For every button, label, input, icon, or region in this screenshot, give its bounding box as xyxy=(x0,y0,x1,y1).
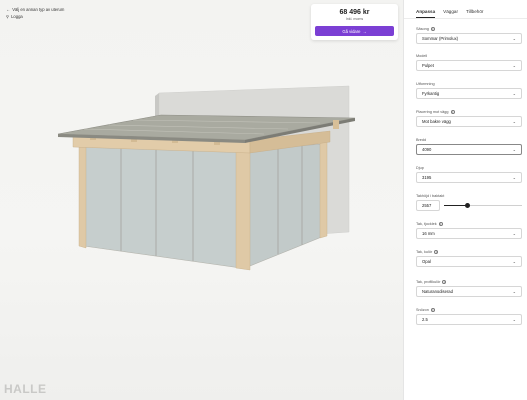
front-left-post xyxy=(78,143,87,249)
chevron-down-icon: ⌄ xyxy=(512,259,516,264)
field-modell: Modell Pulpet ⌄ xyxy=(416,54,522,71)
right-glass-wall xyxy=(244,143,325,269)
snozon-select[interactable]: 2.5 ⌄ xyxy=(416,314,522,325)
login-label: Logga xyxy=(11,14,23,19)
tab-anpassa[interactable]: Anpassa xyxy=(416,9,436,18)
field-takhojd: Takhöjd i baktakt 2557 xyxy=(416,194,522,211)
utformning-select[interactable]: Fyrkantig ⌄ xyxy=(416,88,522,99)
tab-tillbehor[interactable]: Tillbehör xyxy=(466,9,483,18)
pergola-3d-model[interactable] xyxy=(0,0,403,400)
chevron-down-icon: ⌄ xyxy=(512,231,516,236)
field-label: Bredd xyxy=(416,138,427,142)
brand-logo: HALLE xyxy=(4,382,47,396)
info-icon[interactable]: i xyxy=(434,250,439,254)
field-tak-kulor: Tak, kulör i Opal ⌄ xyxy=(416,250,522,267)
field-label: Takhöjd i baktakt xyxy=(416,194,445,198)
chevron-down-icon: ⌄ xyxy=(512,175,516,180)
takhojd-input[interactable]: 2557 xyxy=(416,200,440,211)
info-icon[interactable]: i xyxy=(442,280,447,284)
back-arrow-icon: ← xyxy=(6,7,11,12)
placering-select[interactable]: Mot bakre vägg ⌄ xyxy=(416,116,522,127)
info-icon[interactable]: i xyxy=(430,27,435,31)
chevron-down-icon: ⌄ xyxy=(512,317,516,322)
chevron-down-icon: ⌄ xyxy=(512,289,516,294)
tab-vaggar[interactable]: Väggar xyxy=(443,9,458,18)
configuration-panel: Anpassa Väggar Tillbehör Säsong i Sommar … xyxy=(403,0,527,400)
chevron-down-icon: ⌄ xyxy=(512,147,516,152)
slider-fill xyxy=(444,205,468,206)
field-utformning: Utformning Fyrkantig ⌄ xyxy=(416,82,522,99)
field-djup: Djup 3195 ⌄ xyxy=(416,166,522,183)
field-label: Modell xyxy=(416,54,428,58)
modell-select[interactable]: Pulpet ⌄ xyxy=(416,60,522,71)
field-label: Tak, tjocklek xyxy=(416,222,437,226)
info-icon[interactable]: i xyxy=(438,222,443,226)
front-glass-wall xyxy=(83,146,242,269)
product-viewport[interactable]: ← Välj en annan typ av uterum ⚲ Logga HA… xyxy=(0,0,403,400)
tak-kulor-select[interactable]: Opal ⌄ xyxy=(416,256,522,267)
continue-button[interactable]: Gå vidare → xyxy=(315,26,394,36)
field-tak-tjocklek: Tak, tjocklek i 16 mm ⌄ xyxy=(416,222,522,239)
field-label: Snözon xyxy=(416,308,429,312)
field-bredd: Bredd 4090 ⌄ xyxy=(416,138,522,155)
takhojd-slider[interactable] xyxy=(444,203,522,208)
chevron-down-icon: ⌄ xyxy=(512,36,516,41)
price-amount: 68 496 kr xyxy=(339,9,370,16)
field-snozon: Snözon i 2.5 ⌄ xyxy=(416,308,522,325)
chevron-down-icon: ⌄ xyxy=(512,119,516,124)
field-label: Placering mot vägg xyxy=(416,110,449,114)
arrow-right-icon: → xyxy=(362,28,367,34)
field-label: Tak, kulör xyxy=(416,250,433,254)
login-link[interactable]: ⚲ Logga xyxy=(6,14,23,19)
info-icon[interactable]: i xyxy=(450,110,455,114)
tab-bar: Anpassa Väggar Tillbehör xyxy=(404,0,527,19)
field-sasong: Säsong i Sommar (Primolux) ⌄ xyxy=(416,27,522,44)
chevron-down-icon: ⌄ xyxy=(512,63,516,68)
tak-profilkulor-select[interactable]: Naturanodiserad ⌄ xyxy=(416,286,522,297)
price-card: 68 496 kr Inkl. moms Gå vidare → xyxy=(311,4,398,40)
field-tak-profilkulor: Tak, profilkulör i Naturanodiserad ⌄ xyxy=(416,280,522,297)
info-icon[interactable]: i xyxy=(430,308,435,312)
bredd-select[interactable]: 4090 ⌄ xyxy=(416,144,522,155)
back-right-post xyxy=(319,139,328,239)
chevron-down-icon: ⌄ xyxy=(512,91,516,96)
slider-thumb[interactable] xyxy=(464,203,470,208)
field-label: Utformning xyxy=(416,82,435,86)
continue-label: Gå vidare xyxy=(342,28,361,34)
back-link-label: Välj en annan typ av uterum xyxy=(12,7,65,12)
back-link[interactable]: ← Välj en annan typ av uterum xyxy=(6,7,64,12)
field-label: Tak, profilkulör xyxy=(416,280,441,284)
price-subtitle: Inkl. moms xyxy=(345,17,364,21)
field-label: Djup xyxy=(416,166,424,170)
tak-tjocklek-select[interactable]: 16 mm ⌄ xyxy=(416,228,522,239)
djup-select[interactable]: 3195 ⌄ xyxy=(416,172,522,183)
field-placering: Placering mot vägg i Mot bakre vägg ⌄ xyxy=(416,110,522,127)
front-right-post xyxy=(235,148,251,271)
field-label: Säsong xyxy=(416,27,429,31)
user-icon: ⚲ xyxy=(6,14,10,19)
sasong-select[interactable]: Sommar (Primolux) ⌄ xyxy=(416,33,522,44)
